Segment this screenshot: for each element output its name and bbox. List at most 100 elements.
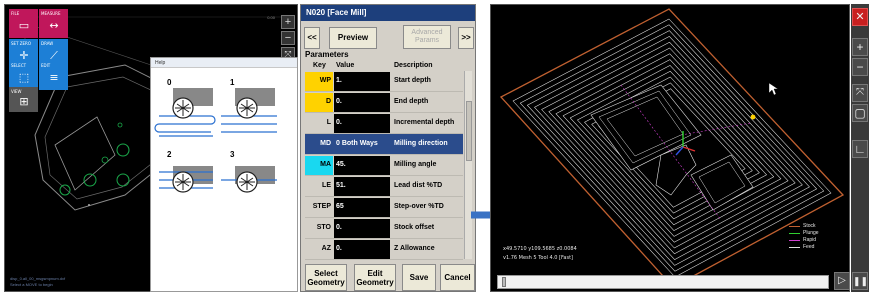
coordinate-readout: x49.5710 y109.5685 z0.0084	[503, 246, 577, 252]
scrollbar-thumb[interactable]	[466, 101, 472, 161]
parameter-description: Milling angle	[394, 161, 437, 168]
next-op-button[interactable]: >>	[458, 27, 474, 49]
parameter-description: Lead dist %TD	[394, 182, 443, 189]
minus-icon: −	[284, 32, 292, 44]
measure-icon: ↔	[49, 19, 59, 32]
plus-icon: +	[284, 16, 292, 28]
parameter-row[interactable]: D 0. End depth	[305, 92, 463, 113]
value-column-header: Value	[336, 62, 355, 69]
edit-icon: ≡	[49, 71, 59, 84]
legend-feed: Feed	[789, 244, 819, 251]
view-button-3d[interactable]: ▢	[852, 104, 868, 122]
parameter-value-field[interactable]: 0.	[334, 114, 390, 133]
fit-icon: ⤧	[856, 87, 864, 98]
parameters-panel: N020 [Face Mill] << Preview Advanced Par…	[300, 4, 476, 292]
hint-text: Select a MOVE to begin	[10, 282, 53, 287]
cancel-button[interactable]: Cancel	[440, 264, 475, 291]
parameter-row[interactable]: STEP 65 Step-over %TD	[305, 197, 463, 218]
view-icon: ▢	[854, 106, 866, 120]
parameter-row[interactable]: WP 1. Start depth	[305, 71, 463, 92]
view-tile[interactable]: VIEW ⊞	[9, 87, 38, 112]
description-column-header: Description	[394, 62, 433, 69]
preview-button[interactable]: Preview	[329, 27, 377, 49]
advanced-params-button[interactable]: Advanced Params	[403, 25, 451, 49]
axis-view-button[interactable]: ∟	[852, 140, 868, 158]
parameter-value-field[interactable]: 0.	[334, 93, 390, 112]
measure-tile[interactable]: MEASURE ↔	[39, 9, 68, 38]
milling-direction-diagrams	[154, 88, 277, 193]
parameters-label: Parameters	[305, 50, 349, 59]
parameter-value-field[interactable]: 0.	[334, 240, 390, 259]
zoom-in-button[interactable]: +	[281, 15, 295, 29]
parameter-key: MD	[305, 135, 333, 154]
help-title: Help	[155, 60, 166, 66]
close-button[interactable]: ✕	[852, 8, 868, 26]
parameter-description: Start depth	[394, 77, 431, 84]
key-column-header: Key	[313, 62, 326, 69]
parameter-row[interactable]: AZ 0. Z Allowance	[305, 239, 463, 260]
parameter-key: STO	[316, 224, 331, 231]
parameter-description: Z Allowance	[394, 245, 435, 252]
previous-op-button[interactable]: <<	[304, 27, 320, 49]
parameter-value-field[interactable]: 1.	[334, 72, 390, 91]
fit-view-button-3d[interactable]: ⤧	[852, 84, 868, 102]
parameter-value-field[interactable]: 65	[334, 198, 390, 217]
parameter-row[interactable]: MA 45. Milling angle	[305, 155, 463, 176]
help-window[interactable]: Help 0 1 2 3	[150, 57, 298, 292]
pause-icon: ❚❚	[853, 276, 869, 286]
parameter-description: Step-over %TD	[394, 203, 444, 210]
playback-timeline[interactable]	[497, 275, 829, 289]
panel-title: N020 [Face Mill]	[301, 5, 475, 21]
plus-icon: +	[856, 40, 864, 54]
file-tile[interactable]: FILE ▭	[9, 9, 38, 38]
play-button[interactable]: ▷	[834, 272, 850, 290]
parameter-key: STEP	[312, 203, 331, 210]
parameter-key: L	[326, 119, 331, 126]
parameter-row[interactable]: MD 0 Both Ways Milling direction	[305, 134, 463, 155]
edit-tile[interactable]: EDIT ≡	[39, 61, 68, 90]
minus-icon: −	[856, 60, 864, 74]
timeline-slider-handle[interactable]	[502, 277, 506, 287]
select-tile[interactable]: SELECT ⬚	[9, 61, 38, 90]
parameter-key: WP	[305, 72, 333, 91]
toolpath-view[interactable]: x49.5710 y109.5685 z0.0084 v1.76 Mesh 5 …	[490, 4, 850, 292]
legend-stock: Stock	[789, 223, 819, 230]
play-icon: ▷	[838, 275, 846, 286]
parameter-row[interactable]: STO 0. Stock offset	[305, 218, 463, 239]
parameter-description: End depth	[394, 98, 429, 105]
parameter-value-field[interactable]: 0.	[334, 219, 390, 238]
parameter-value-field[interactable]: 51.	[334, 177, 390, 196]
parameter-value-field[interactable]: 0 Both Ways	[334, 135, 390, 154]
mesh-tool-readout: v1.76 Mesh 5 Tool 4.0 [Fast]	[503, 255, 573, 261]
parameter-row[interactable]: L 0. Incremental depth	[305, 113, 463, 134]
zoom-readout: 0.00	[267, 15, 275, 20]
edit-geometry-button[interactable]: Edit Geometry	[354, 264, 396, 291]
close-icon: ✕	[855, 11, 865, 23]
plunge-swatch-icon	[789, 233, 800, 234]
left-status: disp_0.all_00_msgsmpnum.dxf Select a MOV…	[10, 276, 65, 288]
zoom-in-button-3d[interactable]: +	[852, 38, 868, 56]
table-header: Key Value Description	[305, 61, 463, 71]
right-toolbar: ✕ + − ⤧ ▢ ∟ ❚❚	[851, 4, 869, 292]
parameter-value-field[interactable]: 45.	[334, 156, 390, 175]
parameter-key: MA	[305, 156, 333, 175]
view-icon: ⊞	[19, 95, 29, 108]
pause-button[interactable]: ❚❚	[852, 272, 868, 290]
zoom-out-button-3d[interactable]: −	[852, 58, 868, 76]
zoom-out-button[interactable]: −	[281, 31, 295, 45]
feed-swatch-icon	[789, 247, 800, 248]
help-title-bar[interactable]: Help	[151, 58, 297, 68]
select-icon: ⬚	[18, 71, 30, 84]
file-icon: ▭	[18, 19, 30, 32]
toolpath-legend: Stock Plunge Rapid Feed	[789, 223, 819, 251]
parameter-row[interactable]: LE 51. Lead dist %TD	[305, 176, 463, 197]
parameter-key: LE	[322, 182, 331, 189]
parameter-description: Incremental depth	[394, 119, 455, 126]
parameter-description: Stock offset	[394, 224, 435, 231]
select-geometry-button[interactable]: Select Geometry	[305, 264, 347, 291]
save-button[interactable]: Save	[402, 264, 436, 291]
coordinate-status: x49.5710 y109.5685 z0.0084 v1.76 Mesh 5 …	[503, 245, 577, 263]
parameter-description: Milling direction	[394, 140, 448, 147]
legend-plunge: Plunge	[789, 230, 819, 237]
legend-rapid: Rapid	[789, 237, 819, 244]
